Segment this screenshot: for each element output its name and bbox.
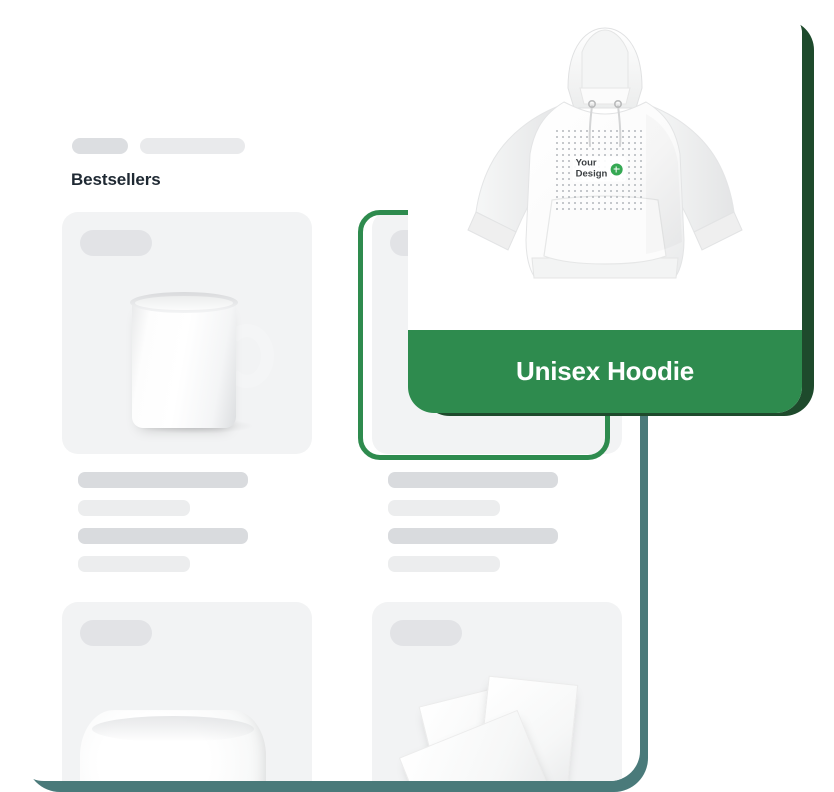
plus-circle-icon[interactable]	[610, 163, 623, 175]
skeleton-line	[78, 500, 190, 516]
skeleton-line	[388, 556, 500, 572]
featured-product-name-banner[interactable]: Unisex Hoodie	[408, 330, 802, 413]
card-tag-placeholder	[390, 620, 462, 646]
featured-product-name: Unisex Hoodie	[516, 356, 694, 386]
product-card-poster[interactable]	[372, 602, 622, 781]
featured-product-image: Your Design	[408, 8, 802, 330]
featured-product-card[interactable]: Your Design Unisex Hoodie	[408, 8, 802, 413]
skeleton-lines-left	[78, 472, 248, 584]
product-card-pillow[interactable]	[62, 602, 312, 781]
skeleton-line	[78, 556, 190, 572]
skeleton-line	[78, 528, 248, 544]
design-placeholder[interactable]: Your Design	[554, 128, 644, 210]
pillow-illustration	[80, 710, 266, 781]
header-pill-wide	[140, 138, 245, 154]
skeleton-line	[388, 472, 558, 488]
card-tag-placeholder	[80, 620, 152, 646]
skeleton-line	[78, 472, 248, 488]
product-card-mug[interactable]	[62, 212, 312, 454]
card-tag-placeholder	[80, 230, 152, 256]
skeleton-line	[388, 528, 558, 544]
design-line-1: Your	[575, 157, 597, 169]
skeleton-line	[388, 500, 500, 516]
page-title: Bestsellers	[71, 170, 161, 189]
screenshot-stage: Bestsellers Your Design Unisex Hoodie	[0, 0, 834, 792]
skeleton-lines-right	[388, 472, 558, 584]
header-skeleton-group	[72, 138, 245, 154]
mug-rim-inner	[135, 296, 233, 310]
design-placeholder-text: Your Design	[575, 157, 608, 180]
design-line-2: Design	[575, 168, 608, 179]
header-pill-small	[72, 138, 128, 154]
mug-body	[132, 300, 236, 428]
